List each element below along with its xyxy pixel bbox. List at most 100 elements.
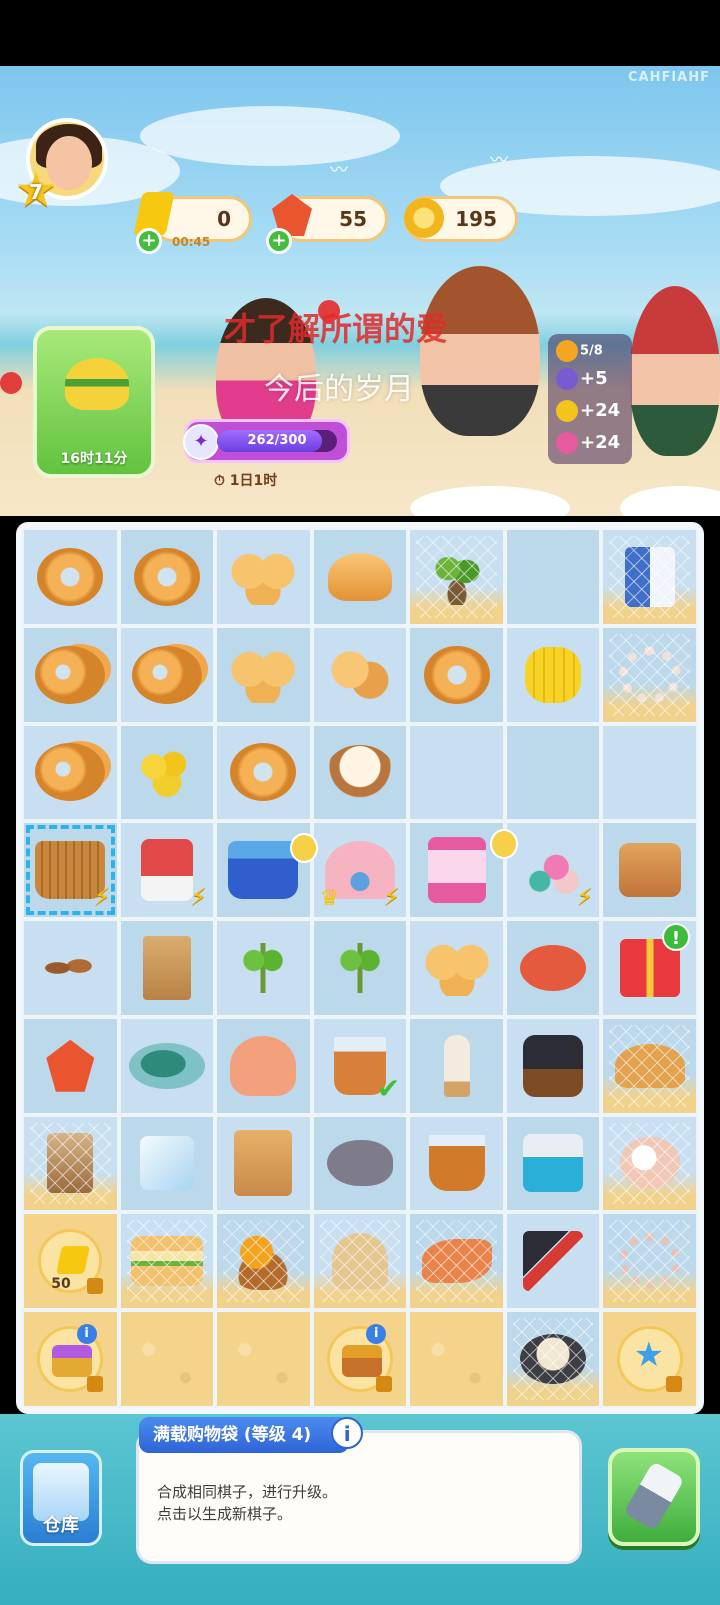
board-cell[interactable] bbox=[311, 723, 409, 822]
board-cell[interactable] bbox=[408, 625, 505, 724]
board-cell[interactable] bbox=[118, 919, 216, 1017]
board-cell[interactable] bbox=[215, 625, 312, 724]
board-cell[interactable]: 50 bbox=[22, 1212, 119, 1311]
info-icon[interactable]: i bbox=[331, 1417, 364, 1449]
board-cell[interactable] bbox=[215, 1212, 312, 1311]
board-cell[interactable]: ⚡ bbox=[118, 821, 216, 920]
status-bar bbox=[0, 0, 720, 66]
board-cell[interactable] bbox=[504, 1212, 602, 1311]
board-cell[interactable] bbox=[601, 528, 698, 626]
board-cell[interactable] bbox=[22, 919, 119, 1017]
energy-timer: 00:45 bbox=[172, 235, 211, 249]
board-cell[interactable] bbox=[601, 1212, 698, 1311]
fruitbasket-piece bbox=[231, 1232, 296, 1291]
item-title-text: 满载购物袋 (等级 4) bbox=[153, 1425, 312, 1445]
board-cell[interactable] bbox=[408, 1114, 505, 1213]
board-cell[interactable] bbox=[215, 723, 312, 822]
board-cell[interactable] bbox=[504, 625, 602, 724]
board-cell[interactable] bbox=[504, 1114, 602, 1213]
board-cell[interactable] bbox=[22, 1016, 119, 1115]
plant-piece bbox=[426, 548, 487, 605]
board-cell[interactable] bbox=[408, 919, 505, 1017]
plate bbox=[620, 486, 720, 516]
crown-icon: ♛ bbox=[319, 886, 340, 912]
add-energy-button[interactable]: + bbox=[136, 228, 162, 254]
board-cell[interactable] bbox=[408, 723, 505, 822]
board-cell[interactable] bbox=[118, 1114, 216, 1213]
board-cell[interactable] bbox=[408, 821, 518, 920]
stopwatch-icon bbox=[489, 829, 518, 860]
claw-piece bbox=[427, 829, 518, 904]
board-cell[interactable] bbox=[504, 919, 602, 1017]
bagel-piece bbox=[230, 743, 297, 802]
board-cell[interactable] bbox=[22, 625, 119, 724]
board-cell[interactable] bbox=[118, 528, 216, 626]
bun-piece bbox=[327, 552, 392, 601]
mango-piece bbox=[133, 746, 200, 799]
board-cell[interactable]: ! bbox=[601, 919, 698, 1017]
board-cell[interactable] bbox=[311, 919, 409, 1017]
board-cell[interactable] bbox=[504, 723, 602, 822]
board-cell[interactable] bbox=[601, 625, 698, 724]
treasure-chest-icon bbox=[341, 1345, 382, 1377]
alert-icon: ! bbox=[661, 923, 690, 952]
board-cell[interactable] bbox=[601, 821, 698, 920]
bagel-piece bbox=[37, 547, 104, 606]
board-cell[interactable] bbox=[215, 919, 312, 1017]
board-cell[interactable] bbox=[118, 625, 216, 724]
bagel2-piece bbox=[131, 645, 202, 704]
board-cell[interactable] bbox=[408, 1212, 505, 1311]
board-cell[interactable]: ⚡ bbox=[22, 821, 119, 920]
coins-value: 195 bbox=[455, 207, 497, 231]
board-cell[interactable] bbox=[215, 528, 312, 626]
xp-icon bbox=[556, 368, 578, 390]
board-cell[interactable] bbox=[22, 723, 119, 822]
board-cell[interactable] bbox=[311, 1212, 409, 1311]
corn-piece bbox=[525, 646, 582, 703]
board-cell[interactable] bbox=[311, 528, 409, 626]
character-chef bbox=[420, 266, 540, 436]
board-cell[interactable] bbox=[504, 528, 602, 626]
popsicle-piece bbox=[443, 1034, 470, 1097]
board-cell[interactable] bbox=[22, 1114, 119, 1213]
board-cell[interactable] bbox=[118, 1212, 216, 1311]
lyric-overlay-2: 今后的岁月 bbox=[264, 372, 414, 407]
board-cell[interactable] bbox=[215, 821, 319, 920]
energy-value: 0 bbox=[217, 207, 231, 231]
board-cell[interactable] bbox=[215, 1310, 312, 1408]
board-cell[interactable] bbox=[311, 625, 409, 724]
pearls-piece bbox=[618, 646, 681, 703]
order-reward-panel[interactable]: 5/8 +5 +24 +24 bbox=[548, 334, 632, 464]
board-cell[interactable]: ✔ bbox=[311, 1016, 409, 1115]
board-cell[interactable] bbox=[408, 528, 505, 626]
board-cell[interactable] bbox=[504, 1016, 602, 1115]
cloud bbox=[140, 106, 400, 166]
paint-brush-icon bbox=[623, 1461, 685, 1531]
board-cell[interactable] bbox=[601, 1114, 698, 1213]
board-cell[interactable] bbox=[408, 1016, 505, 1115]
alert-icon[interactable] bbox=[0, 372, 22, 394]
add-gems-button[interactable]: + bbox=[266, 228, 292, 254]
board-cell[interactable]: i bbox=[22, 1310, 119, 1408]
quest-card[interactable]: 16时11分 bbox=[33, 326, 155, 478]
board-cell[interactable]: ⚡ bbox=[504, 821, 602, 920]
board-cell[interactable] bbox=[408, 1310, 505, 1408]
event-progress[interactable]: ✦ 262/300 bbox=[183, 419, 350, 463]
board-cell[interactable] bbox=[215, 1016, 312, 1115]
board-cell[interactable] bbox=[118, 1016, 216, 1115]
board-cell[interactable] bbox=[118, 1310, 216, 1408]
board-cell[interactable] bbox=[601, 1016, 698, 1115]
board-cell[interactable]: ⚡ ♛ bbox=[311, 821, 409, 920]
pearl-piece bbox=[619, 1137, 680, 1190]
board-cell[interactable] bbox=[601, 723, 698, 822]
board-cell[interactable] bbox=[215, 1114, 312, 1213]
storage-button[interactable]: 仓库 bbox=[20, 1450, 102, 1546]
event-timer: ⏱ 1日1时 bbox=[214, 473, 278, 489]
board-cell[interactable] bbox=[311, 1114, 409, 1213]
board-cell[interactable] bbox=[118, 723, 216, 822]
board-cell[interactable]: ★ bbox=[601, 1310, 698, 1408]
board-cell[interactable]: i bbox=[311, 1310, 409, 1408]
decorate-button[interactable] bbox=[608, 1448, 700, 1546]
board-cell[interactable] bbox=[22, 528, 119, 626]
board-cell[interactable] bbox=[504, 1310, 602, 1408]
